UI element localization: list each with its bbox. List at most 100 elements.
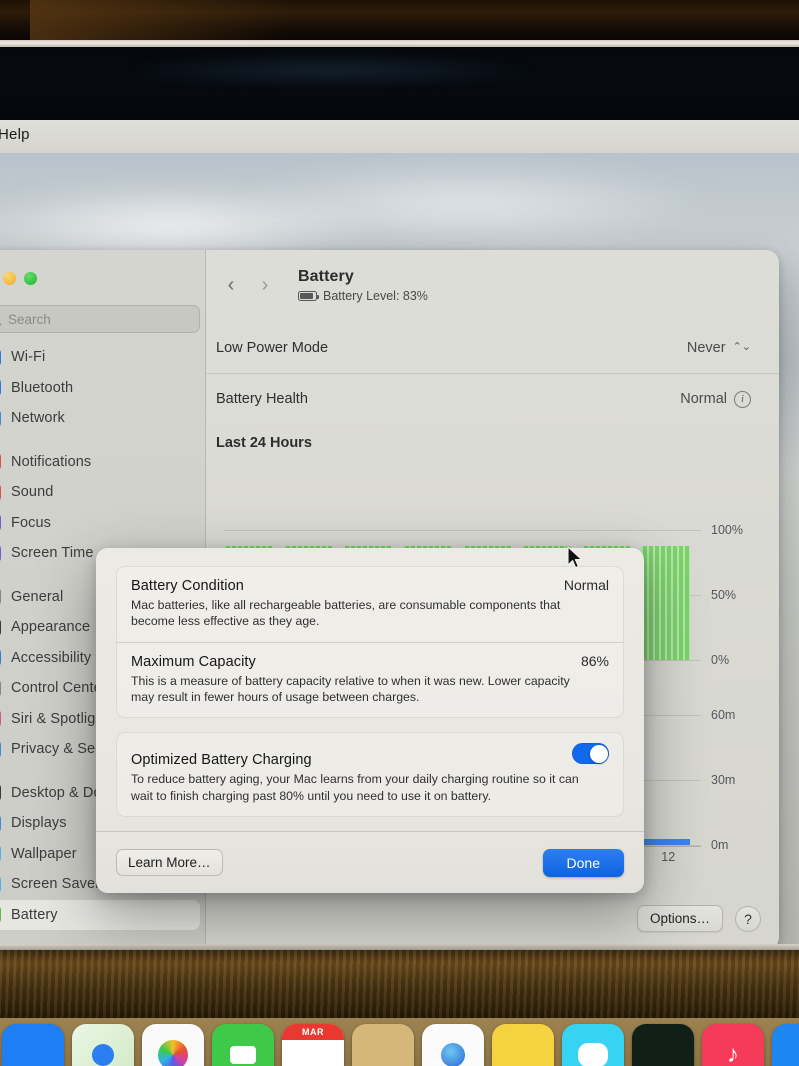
notes-icon[interactable] xyxy=(492,1024,554,1066)
podcasts-icon[interactable] xyxy=(352,1024,414,1066)
dialog-item-header: Maximum Capacity 86% xyxy=(131,653,609,670)
dialog-item-description: This is a measure of battery capacity re… xyxy=(131,673,570,705)
dialog-item-header: Battery Condition Normal xyxy=(131,577,609,594)
sidebar-item-focus[interactable]: ☾ Focus xyxy=(0,508,206,539)
dialog-footer: Learn More… Done xyxy=(96,831,644,893)
sidebar-separator xyxy=(0,434,206,447)
sidebar-item-label: Bluetooth xyxy=(11,379,74,396)
chart-y-tick-label: 50% xyxy=(711,588,737,602)
background-room xyxy=(0,0,799,42)
messages-icon[interactable] xyxy=(562,1024,624,1066)
chart-y-tick-label: 0% xyxy=(711,653,730,667)
zoom-button[interactable] xyxy=(24,272,37,285)
sidebar-item-battery[interactable]: ▬ Battery xyxy=(0,899,200,930)
setting-row-low-power-mode[interactable]: Low Power Mode Never ⌃⌄ xyxy=(206,322,779,373)
battery-health-dialog: Battery Condition Normal Mac batteries, li… xyxy=(96,548,644,893)
chevron-up-down-icon: ⌃⌄ xyxy=(732,341,751,354)
facetime-camera-icon xyxy=(230,1046,256,1064)
sidebar-item-label: Displays xyxy=(11,815,67,832)
terminal-icon[interactable] xyxy=(632,1024,694,1066)
messages-bubble-icon xyxy=(578,1043,608,1066)
dialog-item-description: To reduce battery aging, your Mac learns… xyxy=(131,772,579,803)
appstore-icon[interactable] xyxy=(772,1024,799,1066)
laptop-photo: Help Search Wi-Fi Bluetooth Network Noti… xyxy=(0,0,799,1066)
dialog-item-maximum-capacity: Maximum Capacity 86% This is a measure of … xyxy=(117,641,623,718)
sidebar-item-label: Focus xyxy=(11,514,51,531)
battery-level-text: Battery Level: 83% xyxy=(323,289,428,303)
desktop-dock-icon: ▭ xyxy=(0,783,1,803)
privacy-icon: ✋ xyxy=(0,739,1,759)
photos-flower-icon xyxy=(158,1040,188,1066)
search-placeholder: Search xyxy=(8,311,51,327)
optimized-charging-toggle[interactable] xyxy=(572,743,609,765)
setting-row-label: Battery Health xyxy=(216,391,308,407)
sidebar-item-label: Sound xyxy=(11,484,54,501)
help-button[interactable]: ? xyxy=(735,905,761,932)
dialog-group-charging: Optimized Battery Charging To reduce batt… xyxy=(116,732,624,818)
info-icon[interactable]: i xyxy=(734,390,751,408)
back-button[interactable]: ‹ xyxy=(216,268,246,302)
window-controls[interactable] xyxy=(0,272,37,285)
sound-icon: ◂ xyxy=(0,482,1,502)
sidebar-item-label: Screen Saver xyxy=(11,876,101,893)
dialog-item-title: Optimized Battery Charging xyxy=(131,752,312,769)
music-icon[interactable]: ♪ xyxy=(702,1024,764,1066)
options-button[interactable]: Options… xyxy=(636,905,723,932)
network-icon: ◍ xyxy=(0,408,1,428)
setting-row-label: Low Power Mode xyxy=(216,339,329,356)
facetime-icon[interactable] xyxy=(212,1024,274,1066)
done-button[interactable]: Done xyxy=(542,848,624,877)
setting-row-value-text: Never xyxy=(686,339,726,356)
sidebar-item-label: General xyxy=(11,588,64,605)
dialog-item-header: Optimized Battery Charging xyxy=(131,743,609,768)
menu-bar: Help xyxy=(0,120,799,153)
sidebar-item-sound[interactable]: ◂ Sound xyxy=(0,477,206,508)
search-icon xyxy=(0,322,2,325)
dialog-body: Battery Condition Normal Mac batteries, li… xyxy=(96,548,644,818)
dialog-item-title: Battery Condition xyxy=(131,578,244,594)
setting-row-battery-health[interactable]: Battery Health Normal i xyxy=(206,373,779,424)
dialog-item-optimized-battery-charging[interactable]: Optimized Battery Charging To reduce batt… xyxy=(117,733,623,816)
sidebar-item-network[interactable]: ◍ Network xyxy=(0,403,206,434)
battery-icon xyxy=(298,291,320,301)
bluetooth-icon: ✦ xyxy=(0,378,1,398)
minimize-button[interactable] xyxy=(3,272,16,285)
finder-icon[interactable] xyxy=(2,1024,64,1066)
menu-item-help[interactable]: Help xyxy=(0,126,30,143)
window-footer: Options… ? xyxy=(636,905,761,932)
sidebar-item-wi-fi[interactable]: ≋ Wi-Fi xyxy=(0,342,206,373)
mouse-cursor-icon xyxy=(567,546,582,569)
setting-row-value[interactable]: Never ⌃⌄ xyxy=(687,340,751,356)
battery-level-row: Battery Level: 83% xyxy=(298,289,428,303)
maps-icon[interactable] xyxy=(72,1024,134,1066)
dialog-item-battery-condition: Battery Condition Normal Mac batteries, li… xyxy=(117,567,623,642)
forward-button[interactable]: › xyxy=(250,268,280,302)
title-block: Battery Battery Level: 83% xyxy=(298,268,428,303)
sidebar-item-label: Network xyxy=(11,410,65,427)
setting-row-value[interactable]: Normal i xyxy=(680,390,751,408)
screen-saver-icon: ▣ xyxy=(0,874,1,894)
navigation-row: ‹ › Battery Battery Level: 83% xyxy=(216,268,779,316)
laptop-screen: Help Search Wi-Fi Bluetooth Network Noti… xyxy=(0,120,799,950)
siri-icon[interactable] xyxy=(422,1024,484,1066)
focus-icon: ☾ xyxy=(0,513,1,533)
battery-icon: ▬ xyxy=(0,905,1,925)
control-center-icon: ▤ xyxy=(0,678,1,698)
accessibility-icon: ◍ xyxy=(0,648,1,668)
settings-rows: Low Power Mode Never ⌃⌄ Battery Health Norma… xyxy=(206,322,779,424)
notifications-icon: ◈ xyxy=(0,452,1,472)
dialog-group-health: Battery Condition Normal Mac batteries, li… xyxy=(116,566,624,719)
search-input[interactable]: Search xyxy=(0,305,200,333)
sidebar-item-label: Accessibility xyxy=(11,649,92,666)
chart-bar xyxy=(641,838,691,845)
screen-time-icon: ⧗ xyxy=(0,543,1,563)
dock: MAR ♪ xyxy=(0,1018,799,1066)
learn-more-button[interactable]: Learn More… xyxy=(116,849,223,876)
photos-icon[interactable] xyxy=(142,1024,204,1066)
chart-y-tick-label: 60m xyxy=(711,708,736,722)
music-note-icon: ♪ xyxy=(727,1041,739,1066)
sidebar-item-notifications[interactable]: ◈ Notifications xyxy=(0,447,206,478)
sidebar-item-bluetooth[interactable]: ✦ Bluetooth xyxy=(0,373,206,404)
calendar-icon[interactable]: MAR xyxy=(282,1024,344,1066)
sidebar-item-label: Notifications xyxy=(11,453,92,470)
